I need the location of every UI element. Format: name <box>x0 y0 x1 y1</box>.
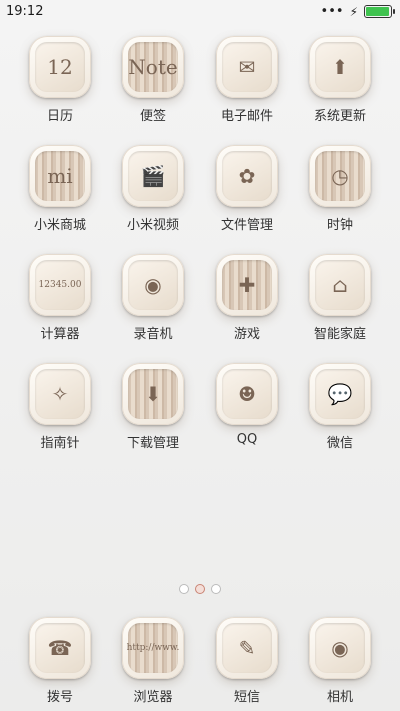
app-label: 文件管理 <box>220 218 273 233</box>
status-icons: ••• ⚡ <box>320 4 395 19</box>
video-icon[interactable]: 🎬 <box>122 145 184 207</box>
app-label: 短信 <box>233 690 260 705</box>
shopping-bag-glyph: mi <box>35 151 85 201</box>
grid-app-2[interactable]: ✉ 电子邮件 <box>200 36 294 124</box>
wechat-icon[interactable]: 💬 <box>309 363 371 425</box>
grid-app-3[interactable]: ⬆ 系统更新 <box>293 36 387 124</box>
calendar-glyph: 12 <box>35 42 85 92</box>
app-label: 电子邮件 <box>220 109 273 124</box>
shopping-bag-icon[interactable]: mi <box>29 145 91 207</box>
app-label: QQ <box>236 432 258 447</box>
grid-app-13[interactable]: ⬇ 下载管理 <box>106 363 200 451</box>
messages-glyph: ✎ <box>222 623 272 673</box>
clock-icon[interactable]: ◷ <box>309 145 371 207</box>
dialer-icon[interactable]: ☎ <box>29 617 91 679</box>
app-label: 计算器 <box>40 327 80 342</box>
browser-icon[interactable]: http://www. <box>122 617 184 679</box>
battery-icon <box>364 5 395 18</box>
grid-app-11[interactable]: ⌂ 智能家庭 <box>293 254 387 342</box>
grid-app-5[interactable]: 🎬 小米视频 <box>106 145 200 233</box>
qq-icon[interactable]: ☻ <box>216 363 278 425</box>
page-dot-0[interactable] <box>179 584 189 594</box>
app-label: 游戏 <box>233 327 260 342</box>
qq-glyph: ☻ <box>222 369 272 419</box>
calculator-glyph: 12345.00 <box>35 260 85 310</box>
dialer-glyph: ☎ <box>35 623 85 673</box>
update-glyph: ⬆ <box>315 42 365 92</box>
app-label: 微信 <box>326 436 353 451</box>
email-icon[interactable]: ✉ <box>216 36 278 98</box>
app-label: 智能家庭 <box>313 327 366 342</box>
app-label: 指南针 <box>40 436 80 451</box>
compass-icon[interactable]: ✧ <box>29 363 91 425</box>
grid-app-1[interactable]: Note 便签 <box>106 36 200 124</box>
dock-app-2[interactable]: ✎ 短信 <box>200 617 294 705</box>
app-label: 录音机 <box>133 327 173 342</box>
recorder-icon[interactable]: ◉ <box>122 254 184 316</box>
camera-icon[interactable]: ◉ <box>309 617 371 679</box>
dock-app-1[interactable]: http://www. 浏览器 <box>106 617 200 705</box>
app-label: 时钟 <box>326 218 353 233</box>
file-manager-icon[interactable]: ✿ <box>216 145 278 207</box>
browser-glyph: http://www. <box>127 623 179 673</box>
app-label: 浏览器 <box>133 690 173 705</box>
dock-app-3[interactable]: ◉ 相机 <box>293 617 387 705</box>
app-label: 小米商城 <box>33 218 86 233</box>
grid-app-7[interactable]: ◷ 时钟 <box>293 145 387 233</box>
calendar-icon[interactable]: 12 <box>29 36 91 98</box>
grid-app-12[interactable]: ✧ 指南针 <box>13 363 107 451</box>
app-label: 下载管理 <box>126 436 179 451</box>
grid-app-0[interactable]: 12 日历 <box>13 36 107 124</box>
video-glyph: 🎬 <box>128 151 178 201</box>
grid-app-9[interactable]: ◉ 录音机 <box>106 254 200 342</box>
app-label: 日历 <box>46 109 73 124</box>
file-manager-glyph: ✿ <box>222 151 272 201</box>
update-icon[interactable]: ⬆ <box>309 36 371 98</box>
email-glyph: ✉ <box>222 42 272 92</box>
grid-app-15[interactable]: 💬 微信 <box>293 363 387 451</box>
download-icon[interactable]: ⬇ <box>122 363 184 425</box>
download-glyph: ⬇ <box>128 369 178 419</box>
clock-glyph: ◷ <box>315 151 365 201</box>
grid-app-14[interactable]: ☻ QQ <box>200 363 294 447</box>
notes-glyph: Note <box>128 42 178 92</box>
page-dot-2[interactable] <box>211 584 221 594</box>
dock-app-0[interactable]: ☎ 拨号 <box>13 617 107 705</box>
gamepad-icon[interactable]: ✚ <box>216 254 278 316</box>
wechat-glyph: 💬 <box>315 369 365 419</box>
grid-app-8[interactable]: 12345.00 计算器 <box>13 254 107 342</box>
notes-icon[interactable]: Note <box>122 36 184 98</box>
messages-icon[interactable]: ✎ <box>216 617 278 679</box>
app-label: 相机 <box>326 690 353 705</box>
app-label: 拨号 <box>46 690 73 705</box>
camera-glyph: ◉ <box>315 623 365 673</box>
grid-app-6[interactable]: ✿ 文件管理 <box>200 145 294 233</box>
smart-home-icon[interactable]: ⌂ <box>309 254 371 316</box>
compass-glyph: ✧ <box>35 369 85 419</box>
app-label: 小米视频 <box>126 218 179 233</box>
app-label: 系统更新 <box>313 109 366 124</box>
charging-icon: ⚡ <box>349 4 358 19</box>
recorder-glyph: ◉ <box>128 260 178 310</box>
smart-home-glyph: ⌂ <box>315 260 365 310</box>
status-bar: 19:12 ••• ⚡ <box>0 0 400 24</box>
grid-app-10[interactable]: ✚ 游戏 <box>200 254 294 342</box>
status-time: 19:12 <box>6 4 44 19</box>
page-indicator <box>0 584 400 594</box>
page-dot-1[interactable] <box>195 584 205 594</box>
app-label: 便签 <box>139 109 166 124</box>
gamepad-glyph: ✚ <box>222 260 272 310</box>
calculator-icon[interactable]: 12345.00 <box>29 254 91 316</box>
signal-dots-icon: ••• <box>320 4 344 19</box>
grid-app-4[interactable]: mi 小米商城 <box>13 145 107 233</box>
